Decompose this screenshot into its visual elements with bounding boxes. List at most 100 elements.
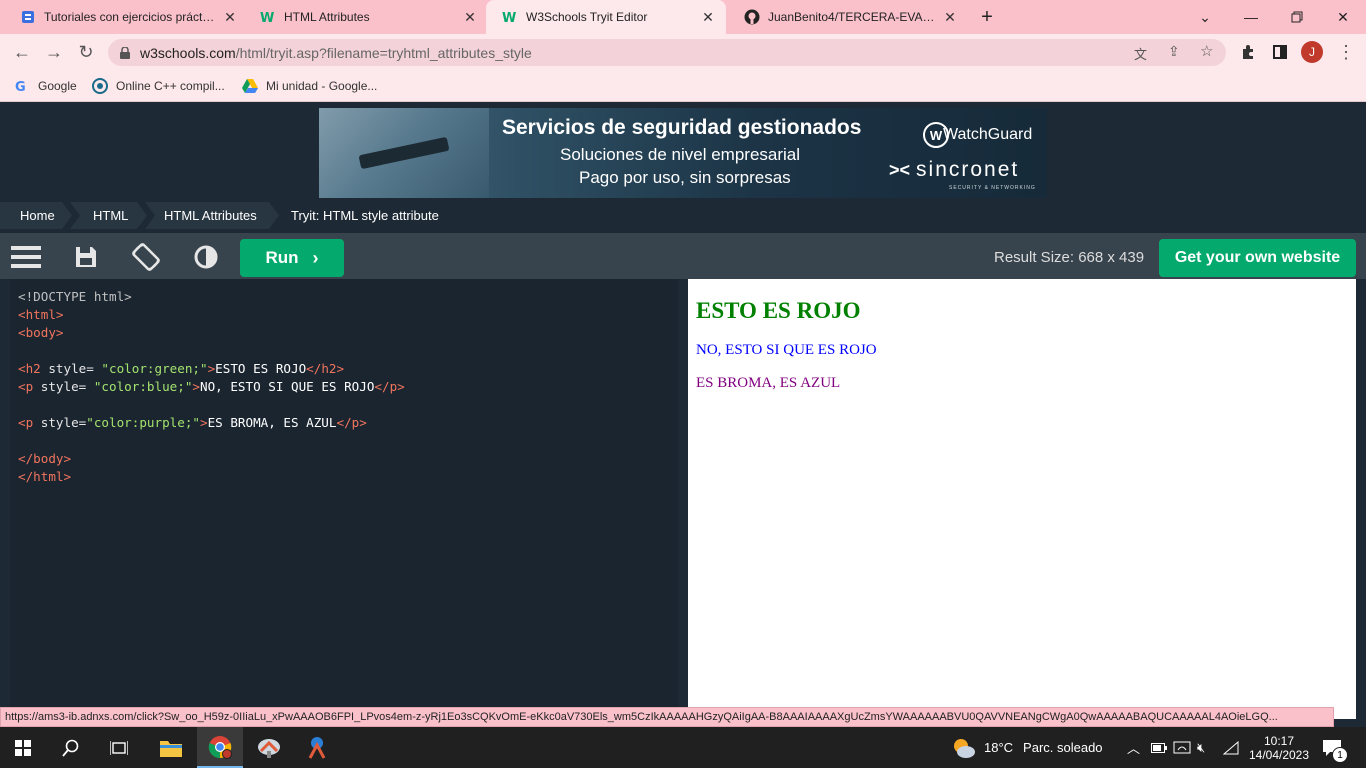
- reload-button[interactable]: ↻: [72, 38, 100, 66]
- drive-icon: [242, 78, 258, 94]
- editor-toolbar: Run › Result Size: 668 x 439 Get your ow…: [0, 233, 1366, 279]
- get-website-button[interactable]: Get your own website: [1159, 239, 1356, 277]
- lock-icon: [120, 46, 130, 59]
- url-path: /html/tryit.asp?filename=tryhtml_attribu…: [235, 44, 532, 61]
- bookmark-label: Google: [38, 79, 77, 93]
- taskbar-app-2[interactable]: [294, 727, 340, 768]
- breadcrumb-home[interactable]: Home: [0, 202, 72, 229]
- minimize-button[interactable]: —: [1228, 0, 1274, 34]
- address-bar[interactable]: w3schools.com/html/tryit.asp?filename=tr…: [108, 39, 1226, 66]
- bookmark-label: Online C++ compil...: [116, 79, 225, 93]
- ad-banner[interactable]: Servicios de seguridad gestionados Soluc…: [319, 108, 1047, 198]
- tab-tutoriales[interactable]: Tutoriales con ejercicios prácticos ✕: [4, 0, 248, 34]
- code-line: <body>: [18, 325, 64, 340]
- breadcrumb: Home HTML HTML Attributes Tryit: HTML st…: [0, 202, 1366, 229]
- kebab-menu-icon: ⋮: [1337, 41, 1355, 62]
- svg-text:G: G: [15, 80, 26, 93]
- google-icon: G: [14, 78, 30, 94]
- forward-button[interactable]: →: [40, 38, 68, 66]
- extensions-button[interactable]: [1234, 38, 1262, 66]
- tab-title: Tutoriales con ejercicios prácticos: [44, 10, 216, 24]
- search-icon: [62, 739, 79, 757]
- breadcrumb-html[interactable]: HTML: [70, 202, 147, 229]
- generic-blue-icon: [20, 9, 36, 25]
- tab-html-attributes[interactable]: W HTML Attributes ✕: [244, 0, 488, 34]
- notification-center[interactable]: 1: [1322, 727, 1348, 768]
- tab-github[interactable]: JuanBenito4/TERCERA-EVALUACIÓN ✕: [728, 0, 968, 34]
- chevron-down-icon: ⌄: [1199, 8, 1211, 25]
- code-editor[interactable]: <!DOCTYPE html> <html> <body> <h2 style=…: [10, 279, 678, 727]
- search-button[interactable]: [48, 727, 94, 768]
- code-line: <h2 style= "color:green;">ESTO ES ROJO</…: [18, 361, 345, 376]
- taskbar-file-explorer[interactable]: [148, 727, 194, 768]
- w3schools-icon: W: [260, 9, 276, 25]
- sincronet-logo: >< sincronet: [889, 158, 1020, 181]
- sincronet-mark-icon: ><: [889, 159, 911, 180]
- breadcrumb-current: Tryit: HTML style attribute: [291, 208, 439, 223]
- chevron-right-icon: ›: [312, 247, 319, 268]
- weather-temperature: 18°C: [984, 740, 1014, 755]
- bookmark-drive[interactable]: Mi unidad - Google...: [242, 76, 377, 96]
- volume-muted-icon[interactable]: 🔇︎: [1197, 727, 1205, 768]
- back-button[interactable]: ←: [8, 38, 36, 66]
- rotate-layout-button[interactable]: [128, 239, 164, 275]
- taskbar-app-1[interactable]: [246, 727, 292, 768]
- theme-toggle-button[interactable]: [188, 239, 224, 275]
- close-icon[interactable]: ✕: [942, 9, 958, 25]
- bookmark-label: Mi unidad - Google...: [266, 79, 378, 93]
- result-paragraph-1: NO, ESTO SI QUE ES ROJO: [696, 342, 877, 358]
- status-url-bar: https://ams3-ib.adnxs.com/click?Sw_oo_H5…: [0, 707, 1334, 727]
- share-icon[interactable]: ⇪: [1168, 43, 1180, 60]
- github-icon: [744, 9, 760, 25]
- arrow-right-icon: →: [45, 41, 63, 62]
- bookmark-google[interactable]: G Google: [14, 76, 77, 96]
- code-line: <p style= "color:blue;">NO, ESTO SI QUE …: [18, 379, 405, 394]
- close-icon[interactable]: ✕: [462, 9, 478, 25]
- weather-widget[interactable]: 18°C Parc. soleado: [950, 727, 1103, 768]
- tab-search-button[interactable]: ⌄: [1182, 0, 1228, 34]
- windows-taskbar: 18°C Parc. soleado ︿ 🔇︎ 10:17 14/04/2023…: [0, 727, 1366, 768]
- task-view-button[interactable]: [96, 727, 142, 768]
- chevron-up-icon[interactable]: ︿: [1127, 727, 1140, 768]
- floppy-disk-icon: [76, 247, 96, 267]
- code-line: <html>: [18, 307, 64, 322]
- ad-line-1: Soluciones de nivel empresarial: [560, 145, 801, 164]
- side-panel-icon: [1273, 45, 1287, 59]
- close-icon[interactable]: ✕: [222, 9, 238, 25]
- svg-text:W: W: [502, 11, 516, 24]
- star-icon[interactable]: ☆: [1200, 42, 1213, 60]
- translate-icon[interactable]: 文: [1134, 44, 1147, 63]
- tab-tryit-editor[interactable]: W W3Schools Tryit Editor ✕: [486, 0, 726, 34]
- menu-toggle-button[interactable]: [8, 239, 44, 275]
- code-line: </html>: [18, 469, 72, 484]
- maximize-button[interactable]: [1274, 0, 1320, 34]
- hamburger-icon: [11, 246, 41, 268]
- close-icon[interactable]: ✕: [700, 9, 716, 25]
- puzzle-icon: [1243, 45, 1253, 59]
- bookmarks-bar: G Google Online C++ compil... Mi unidad …: [0, 70, 1366, 102]
- side-panel-button[interactable]: [1266, 38, 1294, 66]
- start-button[interactable]: [0, 727, 46, 768]
- breadcrumb-html-attributes[interactable]: HTML Attributes: [145, 202, 279, 229]
- wifi-icon[interactable]: [1223, 727, 1239, 768]
- battery-icon[interactable]: [1151, 727, 1167, 768]
- network-icon[interactable]: [1173, 727, 1191, 768]
- notification-badge: 1: [1332, 747, 1348, 763]
- clock[interactable]: 10:17 14/04/2023: [1248, 727, 1310, 768]
- run-button[interactable]: Run ›: [240, 239, 344, 277]
- windows-logo-icon: [15, 739, 31, 756]
- close-window-button[interactable]: ✕: [1320, 0, 1366, 34]
- clock-date: 14/04/2023: [1248, 747, 1310, 762]
- bookmark-online-cpp[interactable]: Online C++ compil...: [92, 76, 225, 96]
- partly-sunny-icon: [950, 737, 976, 759]
- avatar: J: [1301, 41, 1323, 63]
- profile-button[interactable]: J: [1298, 38, 1326, 66]
- rotate-icon: [132, 243, 160, 271]
- save-button[interactable]: [68, 239, 104, 275]
- taskbar-chrome[interactable]: [197, 727, 243, 768]
- new-tab-button[interactable]: +: [975, 6, 999, 28]
- ad-line-2: Pago por uso, sin sorpresas: [579, 168, 791, 187]
- result-frame[interactable]: ESTO ES ROJO NO, ESTO SI QUE ES ROJO ES …: [688, 279, 1356, 719]
- menu-button[interactable]: ⋮: [1332, 38, 1360, 66]
